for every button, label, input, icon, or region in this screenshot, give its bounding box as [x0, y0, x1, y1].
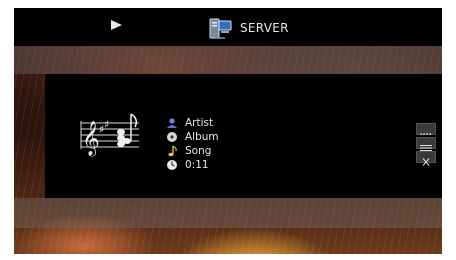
play-icon: [111, 20, 122, 30]
source-label: SERVER: [240, 21, 289, 35]
bottom-overlay-band: [14, 198, 442, 228]
close-button[interactable]: [416, 151, 436, 166]
music-note-icon: [168, 144, 177, 156]
now-playing-screen: SERVER 𝄞 ♯ ♯ Artist Album Song 0:11: [14, 8, 442, 254]
server-icon: [209, 18, 232, 39]
album-text: Album: [185, 130, 219, 143]
song-text: Song: [185, 144, 212, 157]
clock-icon: [167, 159, 177, 170]
song-row: Song: [166, 144, 211, 157]
album-row: Album: [166, 130, 219, 143]
svg-text:𝄞: 𝄞: [82, 121, 100, 157]
track-info-panel: 𝄞 ♯ ♯ Artist Album Song 0:11: [45, 74, 442, 198]
album-icon: [167, 131, 177, 142]
more-options-button[interactable]: [416, 123, 436, 135]
elapsed-row: 0:11: [166, 158, 209, 171]
svg-text:♯: ♯: [104, 118, 109, 131]
elapsed-time: 0:11: [185, 158, 209, 171]
top-bar: SERVER: [14, 8, 442, 46]
artist-row: Artist: [166, 116, 213, 129]
artist-text: Artist: [185, 116, 214, 129]
top-overlay-band: [14, 46, 442, 74]
list-button[interactable]: [416, 137, 436, 151]
artist-icon: [167, 117, 177, 128]
sheet-music-icon: 𝄞 ♯ ♯: [80, 113, 139, 157]
close-icon: [422, 158, 430, 166]
